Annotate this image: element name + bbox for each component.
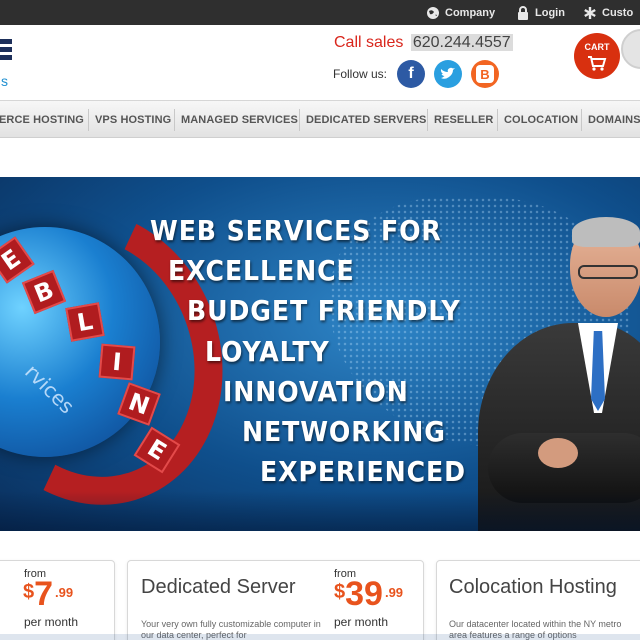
plan-card-dedicated-server[interactable]: Dedicated Server Your very own fully cus…	[127, 560, 424, 640]
follow-us-label: Follow us:	[333, 67, 388, 81]
company-link-label: Company	[445, 6, 496, 19]
nav-item-reseller[interactable]: RESELLER	[434, 114, 493, 126]
nav-item-domains[interactable]: DOMAINS	[588, 114, 640, 126]
nav-divider	[581, 109, 582, 131]
per-month-label: per month	[334, 615, 389, 629]
banner-headline-line: INNOVATION	[223, 375, 409, 408]
banner-headline-line: EXPERIENCED	[260, 455, 466, 488]
banner-headline-line: NETWORKING	[242, 415, 446, 448]
plan-price: $7.99	[23, 575, 73, 614]
call-sales-label: Call sales	[334, 34, 404, 51]
banner-headline-line: BUDGET FRIENDLY	[187, 294, 461, 327]
facebook-button[interactable]: f	[397, 60, 425, 88]
top-utility-bar: Company Login Custo	[0, 0, 640, 25]
cart-label: CART	[584, 42, 610, 52]
ring-letter: I	[98, 343, 136, 381]
login-link[interactable]: Login	[516, 4, 565, 21]
globe-icon	[427, 6, 439, 19]
customer-link[interactable]: Custo	[583, 4, 633, 21]
nav-item-colocation[interactable]: COLOCATION	[504, 114, 578, 126]
nav-divider	[299, 109, 300, 131]
nav-divider	[427, 109, 428, 131]
nav-item-dedicated-servers[interactable]: DEDICATED SERVERS	[306, 114, 426, 126]
card-title: Dedicated Server	[141, 576, 296, 598]
plan-card-hosting[interactable]: from $7.99 per month	[0, 560, 115, 640]
company-link[interactable]: Company	[426, 4, 495, 21]
per-month-label: per month	[24, 615, 79, 629]
twitter-icon	[440, 67, 455, 79]
sales-phone-number[interactable]: 620.244.4557	[410, 34, 513, 51]
businessman-photo	[478, 213, 640, 531]
price-whole: 7	[34, 575, 54, 613]
logo-mark	[0, 39, 12, 61]
customer-link-label: Custo	[602, 6, 634, 19]
facebook-icon: f	[408, 65, 414, 82]
nav-item-vps-hosting[interactable]: VPS HOSTING	[95, 114, 171, 126]
login-link-label: Login	[535, 6, 565, 19]
price-currency: $	[23, 581, 35, 603]
ring-letter: L	[65, 302, 105, 342]
price-cents: .99	[55, 585, 74, 600]
chat-bubble-icon[interactable]	[621, 29, 640, 69]
plan-price: $39.99	[334, 575, 403, 614]
call-sales: Call sales 620.244.4557	[334, 34, 513, 52]
logo-text-fragment: s	[1, 73, 8, 89]
banner-headline-line: LOYALTY	[205, 335, 330, 368]
cart-button[interactable]: CART	[574, 33, 620, 79]
lock-icon	[518, 5, 528, 20]
site-header: s Call sales 620.244.4557 Follow us: f B…	[0, 25, 640, 100]
price-cents: .99	[384, 585, 404, 600]
hero-banner[interactable]: E B L I N E rvices WEB SERVICES FOR EXCE…	[0, 177, 640, 531]
nav-divider	[497, 109, 498, 131]
banner-headline-line: WEB SERVICES FOR	[150, 214, 442, 247]
main-nav: ERCE HOSTING VPS HOSTING MANAGED SERVICE…	[0, 100, 640, 138]
asterisk-icon	[584, 6, 596, 19]
blogger-icon: B	[476, 65, 494, 83]
banner-headline-line: EXCELLENCE	[168, 254, 355, 287]
cart-icon	[588, 56, 607, 71]
site-logo[interactable]: s	[0, 35, 18, 89]
plan-card-colocation[interactable]: Colocation Hosting Our datacenter locate…	[436, 560, 640, 640]
price-currency: $	[334, 581, 346, 603]
price-whole: 39	[345, 575, 383, 613]
blogger-button[interactable]: B	[471, 60, 499, 88]
nav-item-ecommerce-hosting[interactable]: ERCE HOSTING	[0, 114, 84, 126]
nav-divider	[88, 109, 89, 131]
banner-shade	[0, 491, 640, 531]
card-title: Colocation Hosting	[449, 576, 617, 598]
page-bottom-band	[0, 634, 640, 640]
nav-item-managed-services[interactable]: MANAGED SERVICES	[181, 114, 298, 126]
nav-divider	[174, 109, 175, 131]
twitter-button[interactable]	[434, 60, 462, 88]
